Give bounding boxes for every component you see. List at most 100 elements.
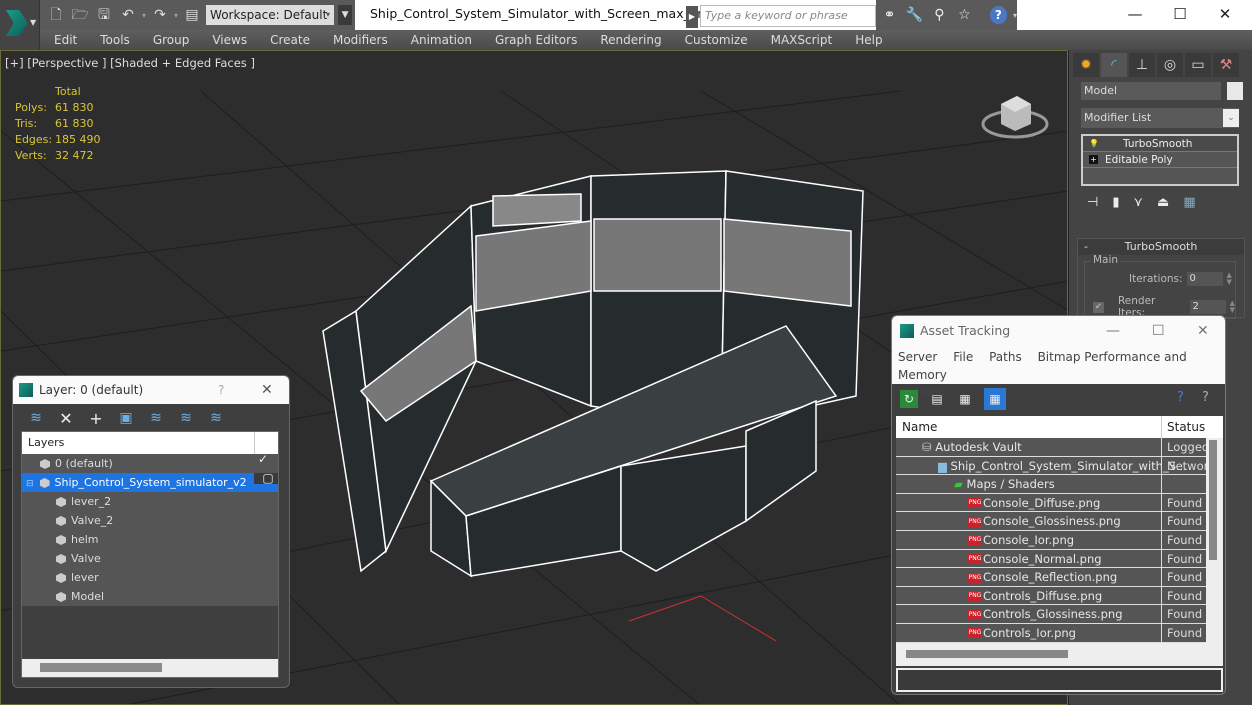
thumbnail-view-icon[interactable]: ▦	[956, 390, 974, 408]
open-folder-icon[interactable]: 🗁	[70, 5, 90, 25]
minimize-button[interactable]: —	[1106, 316, 1120, 346]
menu-graph-editors[interactable]: Graph Editors	[495, 33, 577, 47]
render-iters-checkbox[interactable]: ✔	[1093, 301, 1104, 313]
object-row[interactable]: Valve	[22, 549, 278, 568]
column-header[interactable]: Layers	[22, 432, 278, 454]
menu-animation[interactable]: Animation	[411, 33, 472, 47]
render-iters-input[interactable]: 2	[1189, 300, 1226, 314]
stack-item-editable-poly[interactable]: + Editable Poly	[1083, 152, 1237, 168]
collapse-icon[interactable]: ⊟	[26, 479, 34, 489]
object-row[interactable]: Model	[22, 587, 278, 606]
expand-icon[interactable]: +	[1089, 155, 1098, 164]
menu-server[interactable]: Server	[898, 350, 937, 364]
undo-icon[interactable]: ↶	[118, 5, 138, 25]
motion-tab-icon[interactable]: ◎	[1157, 53, 1183, 77]
app-menu-button[interactable]: ▼	[0, 0, 40, 50]
menu-create[interactable]: Create	[270, 33, 310, 47]
satellite-icon[interactable]: ⚲	[930, 7, 949, 23]
table-row[interactable]: PNG Console_Ior.png Found	[896, 530, 1206, 550]
search-expand-icon[interactable]: ▶	[686, 6, 698, 28]
add-to-layer-icon[interactable]: +	[87, 409, 105, 428]
table-row[interactable]: PNG Console_Normal.png Found	[896, 549, 1206, 569]
help-icon[interactable]: ?	[989, 6, 1007, 24]
maximize-button[interactable]: ☐	[1165, 3, 1195, 25]
object-row[interactable]: lever	[22, 568, 278, 587]
minimize-button[interactable]: —	[1120, 3, 1150, 25]
menu-file[interactable]: File	[953, 350, 973, 364]
freeze-layers-icon[interactable]: ≋	[207, 410, 225, 426]
workspace-dropdown[interactable]: Workspace: Default ▾	[206, 5, 335, 25]
rollout-header[interactable]: - TurboSmooth	[1078, 239, 1244, 255]
horizontal-scrollbar[interactable]	[906, 650, 1068, 658]
menu-tools[interactable]: Tools	[100, 33, 130, 47]
show-end-result-icon[interactable]: ▮	[1112, 195, 1119, 210]
select-objects-icon[interactable]: ▣	[117, 410, 135, 426]
hide-layers-icon[interactable]: ≋	[177, 410, 195, 426]
object-row[interactable]: lever_2	[22, 492, 278, 511]
binoculars-icon[interactable]: ⚭	[880, 7, 899, 23]
table-row[interactable]: ▆ Ship_Control_System_Simulator_with_S..…	[896, 456, 1206, 476]
table-row[interactable]: PNG Controls_Glossiness.png Found	[896, 605, 1206, 624]
current-layer-toggle[interactable]: ▢	[254, 472, 278, 484]
new-file-icon[interactable]: 🗋	[46, 5, 66, 25]
column-name[interactable]: Name	[902, 420, 937, 434]
modifier-list-dropdown[interactable]: Modifier List ⌄	[1081, 108, 1239, 128]
asset-path-field[interactable]	[896, 668, 1223, 692]
delete-layer-icon[interactable]: ✕	[57, 409, 75, 428]
menu-help[interactable]: Help	[855, 33, 882, 47]
table-row[interactable]: PNG Console_Glossiness.png Found	[896, 512, 1206, 531]
column-status[interactable]: Status	[1167, 416, 1205, 438]
viewcube-icon[interactable]	[981, 86, 1051, 141]
hierarchy-tab-icon[interactable]: ⊥	[1129, 53, 1155, 77]
project-icon[interactable]: ▤	[182, 5, 202, 25]
current-layer-check-icon[interactable]: ✓	[258, 453, 268, 465]
create-layer-icon[interactable]: ≋	[27, 410, 45, 426]
undo-dropdown-icon[interactable]: ▾	[142, 11, 146, 20]
spinner-arrows-icon[interactable]: ▲ ▼	[1227, 272, 1232, 286]
menu-bitmap-performance[interactable]: Bitmap Performance and Memory	[898, 350, 1187, 382]
menu-edit[interactable]: Edit	[54, 33, 77, 47]
layer-row-ship-control[interactable]: ⊟ Ship_Control_System_simulator_v2 ▢	[22, 472, 278, 492]
column-separator[interactable]	[1161, 416, 1162, 438]
search-input[interactable]: Type a keyword or phrase	[700, 5, 876, 27]
table-view-icon[interactable]: ▦	[984, 388, 1006, 410]
chevron-down-icon[interactable]: ▾	[1013, 11, 1017, 20]
table-row[interactable]: ⛁ Autodesk Vault Logged	[896, 438, 1206, 457]
viewport-label[interactable]: [+] [Perspective ] [Shaded + Edged Faces…	[5, 56, 255, 70]
star-icon[interactable]: ☆	[955, 7, 974, 23]
table-row[interactable]: PNG Controls_Diffuse.png Found	[896, 586, 1206, 606]
object-row[interactable]: Valve_2	[22, 511, 278, 530]
layer-row-default[interactable]: 0 (default) ✓	[22, 453, 278, 473]
maximize-button[interactable]: ☐	[1152, 316, 1165, 346]
lightbulb-icon[interactable]: 💡	[1089, 139, 1099, 148]
key-icon[interactable]: 🔧	[905, 7, 924, 23]
scrollbar-thumb[interactable]	[40, 663, 162, 672]
redo-dropdown-icon[interactable]: ▾	[174, 11, 178, 20]
refresh-icon[interactable]: ↻	[900, 390, 918, 408]
object-color-swatch[interactable]	[1227, 82, 1243, 100]
ship-control-model-wireframe[interactable]	[322, 170, 864, 578]
spinner-arrows-icon[interactable]: ▲ ▼	[1230, 300, 1235, 314]
horizontal-scrollbar[interactable]	[22, 659, 278, 677]
dialog-title-bar[interactable]: Layer: 0 (default) ? ✕	[13, 376, 289, 404]
object-row[interactable]: helm	[22, 530, 278, 549]
vertical-scrollbar[interactable]	[1209, 440, 1217, 560]
remove-modifier-icon[interactable]: ⏏	[1157, 195, 1169, 210]
menu-paths[interactable]: Paths	[989, 350, 1022, 364]
object-name-field[interactable]: Model	[1081, 82, 1221, 100]
menu-rendering[interactable]: Rendering	[600, 33, 661, 47]
table-row[interactable]: PNG Console_Reflection.png Found	[896, 568, 1206, 587]
table-row[interactable]: PNG Controls_Ior.png Found	[896, 623, 1206, 643]
modify-tab-icon[interactable]: ◜	[1101, 53, 1127, 77]
select-layer-icon[interactable]: ≋	[147, 410, 165, 426]
utilities-tab-icon[interactable]: ⚒	[1213, 53, 1239, 77]
close-button[interactable]: ✕	[1197, 316, 1209, 346]
display-tab-icon[interactable]: ▭	[1185, 53, 1211, 77]
menu-views[interactable]: Views	[212, 33, 247, 47]
make-unique-icon[interactable]: ⋎	[1133, 195, 1143, 210]
table-row[interactable]: ▰ Maps / Shaders	[896, 475, 1206, 494]
close-button[interactable]: ✕	[1210, 3, 1240, 25]
help-button[interactable]: ?	[218, 376, 224, 404]
dialog-title-bar[interactable]: Asset Tracking — ☐ ✕	[892, 316, 1225, 346]
menu-modifiers[interactable]: Modifiers	[333, 33, 388, 47]
